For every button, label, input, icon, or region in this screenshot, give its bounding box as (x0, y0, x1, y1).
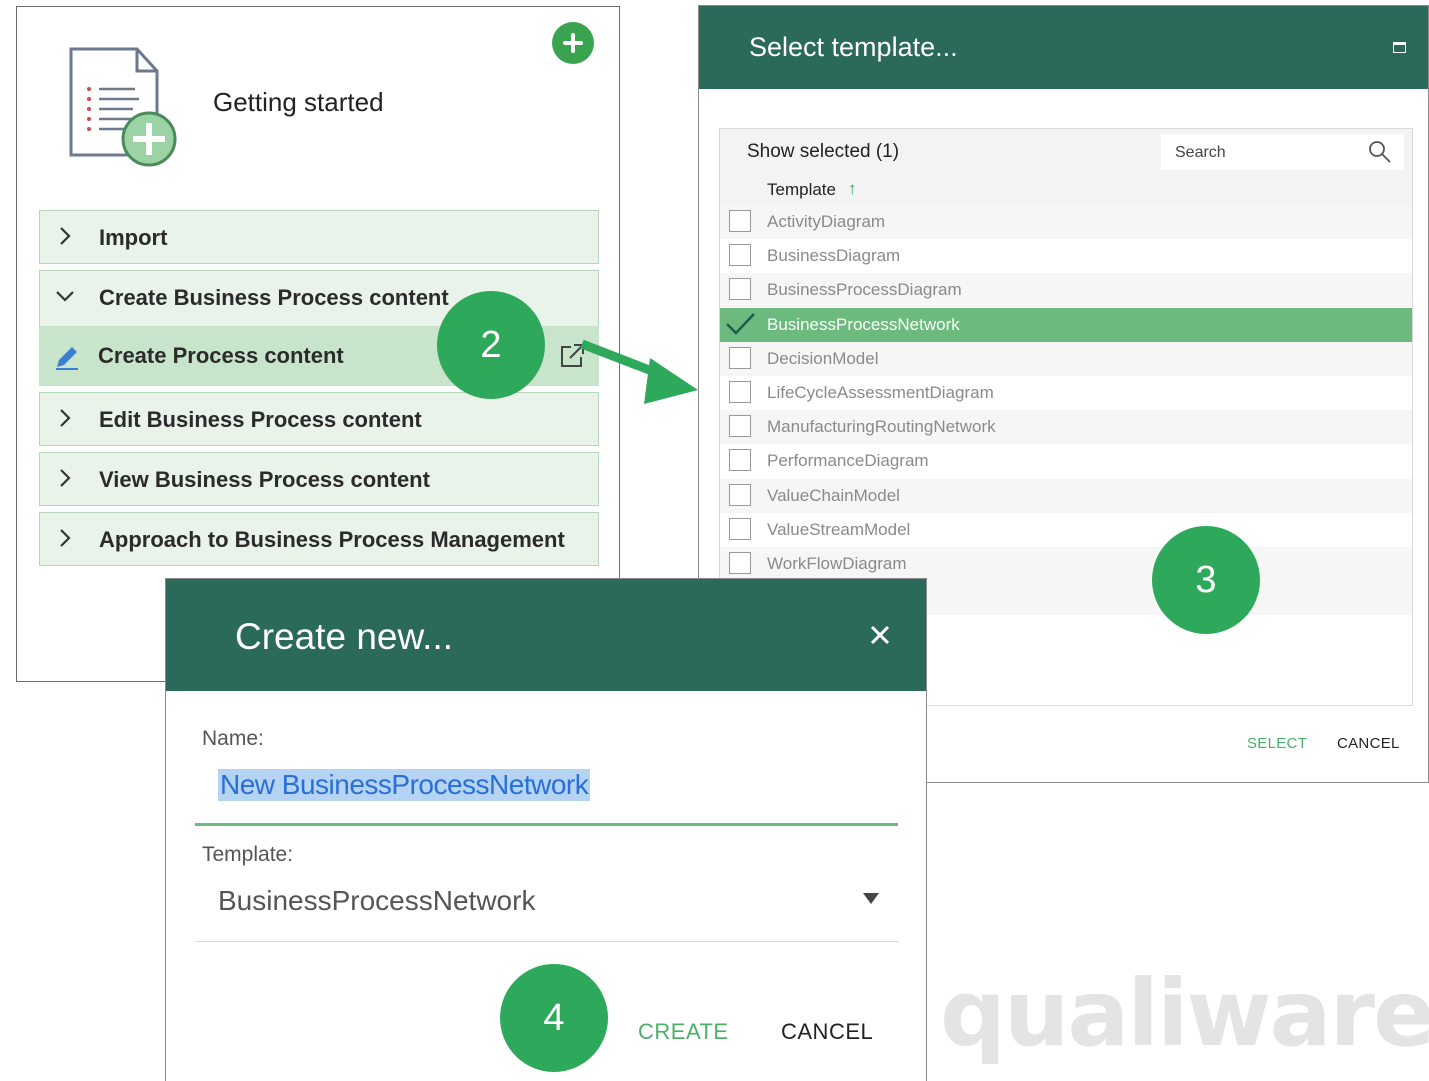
row-checkbox[interactable] (729, 278, 751, 301)
template-name: BusinessProcessNetwork (767, 314, 960, 334)
template-select[interactable]: BusinessProcessNetwork (218, 885, 535, 917)
row-checkbox[interactable] (729, 415, 751, 438)
row-checkbox[interactable] (729, 381, 751, 403)
chevron-down-icon (56, 291, 74, 302)
template-row[interactable]: WorkFlowDiagram (720, 547, 1412, 581)
column-header-label: Template (767, 180, 836, 199)
column-header-template[interactable]: Template ↑ (720, 175, 1412, 206)
section-view-business-process-content[interactable]: View Business Process content (39, 452, 599, 506)
row-checkbox[interactable] (729, 449, 751, 472)
pencil-icon (56, 347, 78, 370)
template-row[interactable]: ValueStreamModel (720, 513, 1412, 547)
template-name: PerformanceDiagram (767, 451, 929, 471)
chevron-right-icon (60, 227, 71, 245)
close-icon[interactable] (868, 623, 892, 647)
section-label: View Business Process content (99, 467, 430, 492)
template-name: ValueChainModel (767, 485, 900, 505)
maximize-icon[interactable] (1393, 42, 1406, 53)
create-process-content-label: Create Process content (98, 343, 344, 368)
name-field[interactable]: New BusinessProcessNetwork (218, 769, 591, 801)
step-badge-2: 2 (437, 291, 545, 399)
search-icon[interactable] (1368, 140, 1392, 164)
row-checkbox[interactable] (729, 210, 751, 232)
row-checkbox[interactable] (729, 517, 751, 540)
section-label: Create Business Process content (99, 285, 449, 310)
cancel-button[interactable]: CANCEL (1337, 735, 1400, 752)
template-name: BusinessProcessDiagram (767, 280, 962, 300)
section-approach-to-bpm[interactable]: Approach to Business Process Management (39, 512, 599, 566)
name-field-underline (195, 823, 898, 826)
cancel-button[interactable]: CANCEL (781, 1019, 873, 1045)
dialog-title: Create new... (235, 616, 454, 657)
template-row[interactable]: BusinessProcessDiagram (720, 273, 1412, 308)
qualiware-logo: qualiware (940, 960, 1429, 1067)
section-edit-business-process-content[interactable]: Edit Business Process content (39, 392, 599, 446)
flow-arrow (580, 339, 698, 404)
dialog-header: Create new... (166, 579, 926, 691)
template-name: ValueStreamModel (767, 519, 911, 539)
dialog-title: Select template... (749, 32, 958, 62)
step-badge-4: 4 (500, 964, 608, 1072)
template-name: LifeCycleAssessmentDiagram (767, 383, 994, 402)
name-label: Name: (202, 727, 264, 750)
template-name: DecisionModel (767, 348, 879, 368)
search-placeholder: Search (1175, 144, 1226, 161)
sort-ascending-icon: ↑ (848, 179, 857, 198)
grid-toolbar: Show selected (1) Search (720, 129, 1412, 175)
template-name: BusinessDiagram (767, 246, 901, 266)
select-button[interactable]: SELECT (1247, 735, 1307, 752)
template-row[interactable]: ValueChainModel (720, 478, 1412, 513)
template-row[interactable]: PerformanceDiagram (720, 444, 1412, 478)
row-checkbox[interactable] (729, 244, 751, 267)
row-checkbox[interactable] (729, 552, 751, 574)
checkmark-icon[interactable] (724, 310, 756, 338)
section-label: Edit Business Process content (99, 407, 422, 432)
template-row[interactable]: BusinessProcessNetwork (720, 307, 1412, 342)
chevron-right-icon (60, 529, 71, 547)
template-row[interactable]: BusinessDiagram (720, 239, 1412, 273)
template-name: ManufacturingRoutingNetwork (767, 417, 996, 437)
template-select-underline (195, 941, 898, 942)
template-name: ActivityDiagram (767, 212, 886, 231)
dropdown-caret-icon[interactable] (863, 893, 879, 904)
new-document-icon (69, 47, 177, 167)
step-badge-3: 3 (1152, 526, 1260, 634)
getting-started-title: Getting started (213, 87, 384, 117)
add-icon[interactable] (552, 22, 594, 64)
row-checkbox[interactable] (729, 483, 751, 506)
dialog-header: Select template... (699, 6, 1428, 89)
row-checkbox[interactable] (729, 346, 751, 369)
template-label: Template: (202, 843, 294, 866)
template-name: WorkFlowDiagram (767, 554, 907, 573)
show-selected-toggle[interactable]: Show selected (1) (747, 141, 899, 163)
template-row[interactable]: DecisionModel (720, 341, 1412, 376)
section-label: Approach to Business Process Management (99, 527, 565, 552)
template-row[interactable]: ActivityDiagram (720, 205, 1412, 239)
create-button[interactable]: CREATE (638, 1019, 729, 1045)
template-row[interactable]: ManufacturingRoutingNetwork (720, 410, 1412, 445)
template-row[interactable]: LifeCycleAssessmentDiagram (720, 376, 1412, 410)
section-label: Import (99, 225, 168, 250)
search-input[interactable]: Search (1161, 134, 1404, 170)
chevron-right-icon (60, 409, 71, 427)
chevron-right-icon (60, 469, 71, 487)
section-import[interactable]: Import (39, 210, 599, 264)
